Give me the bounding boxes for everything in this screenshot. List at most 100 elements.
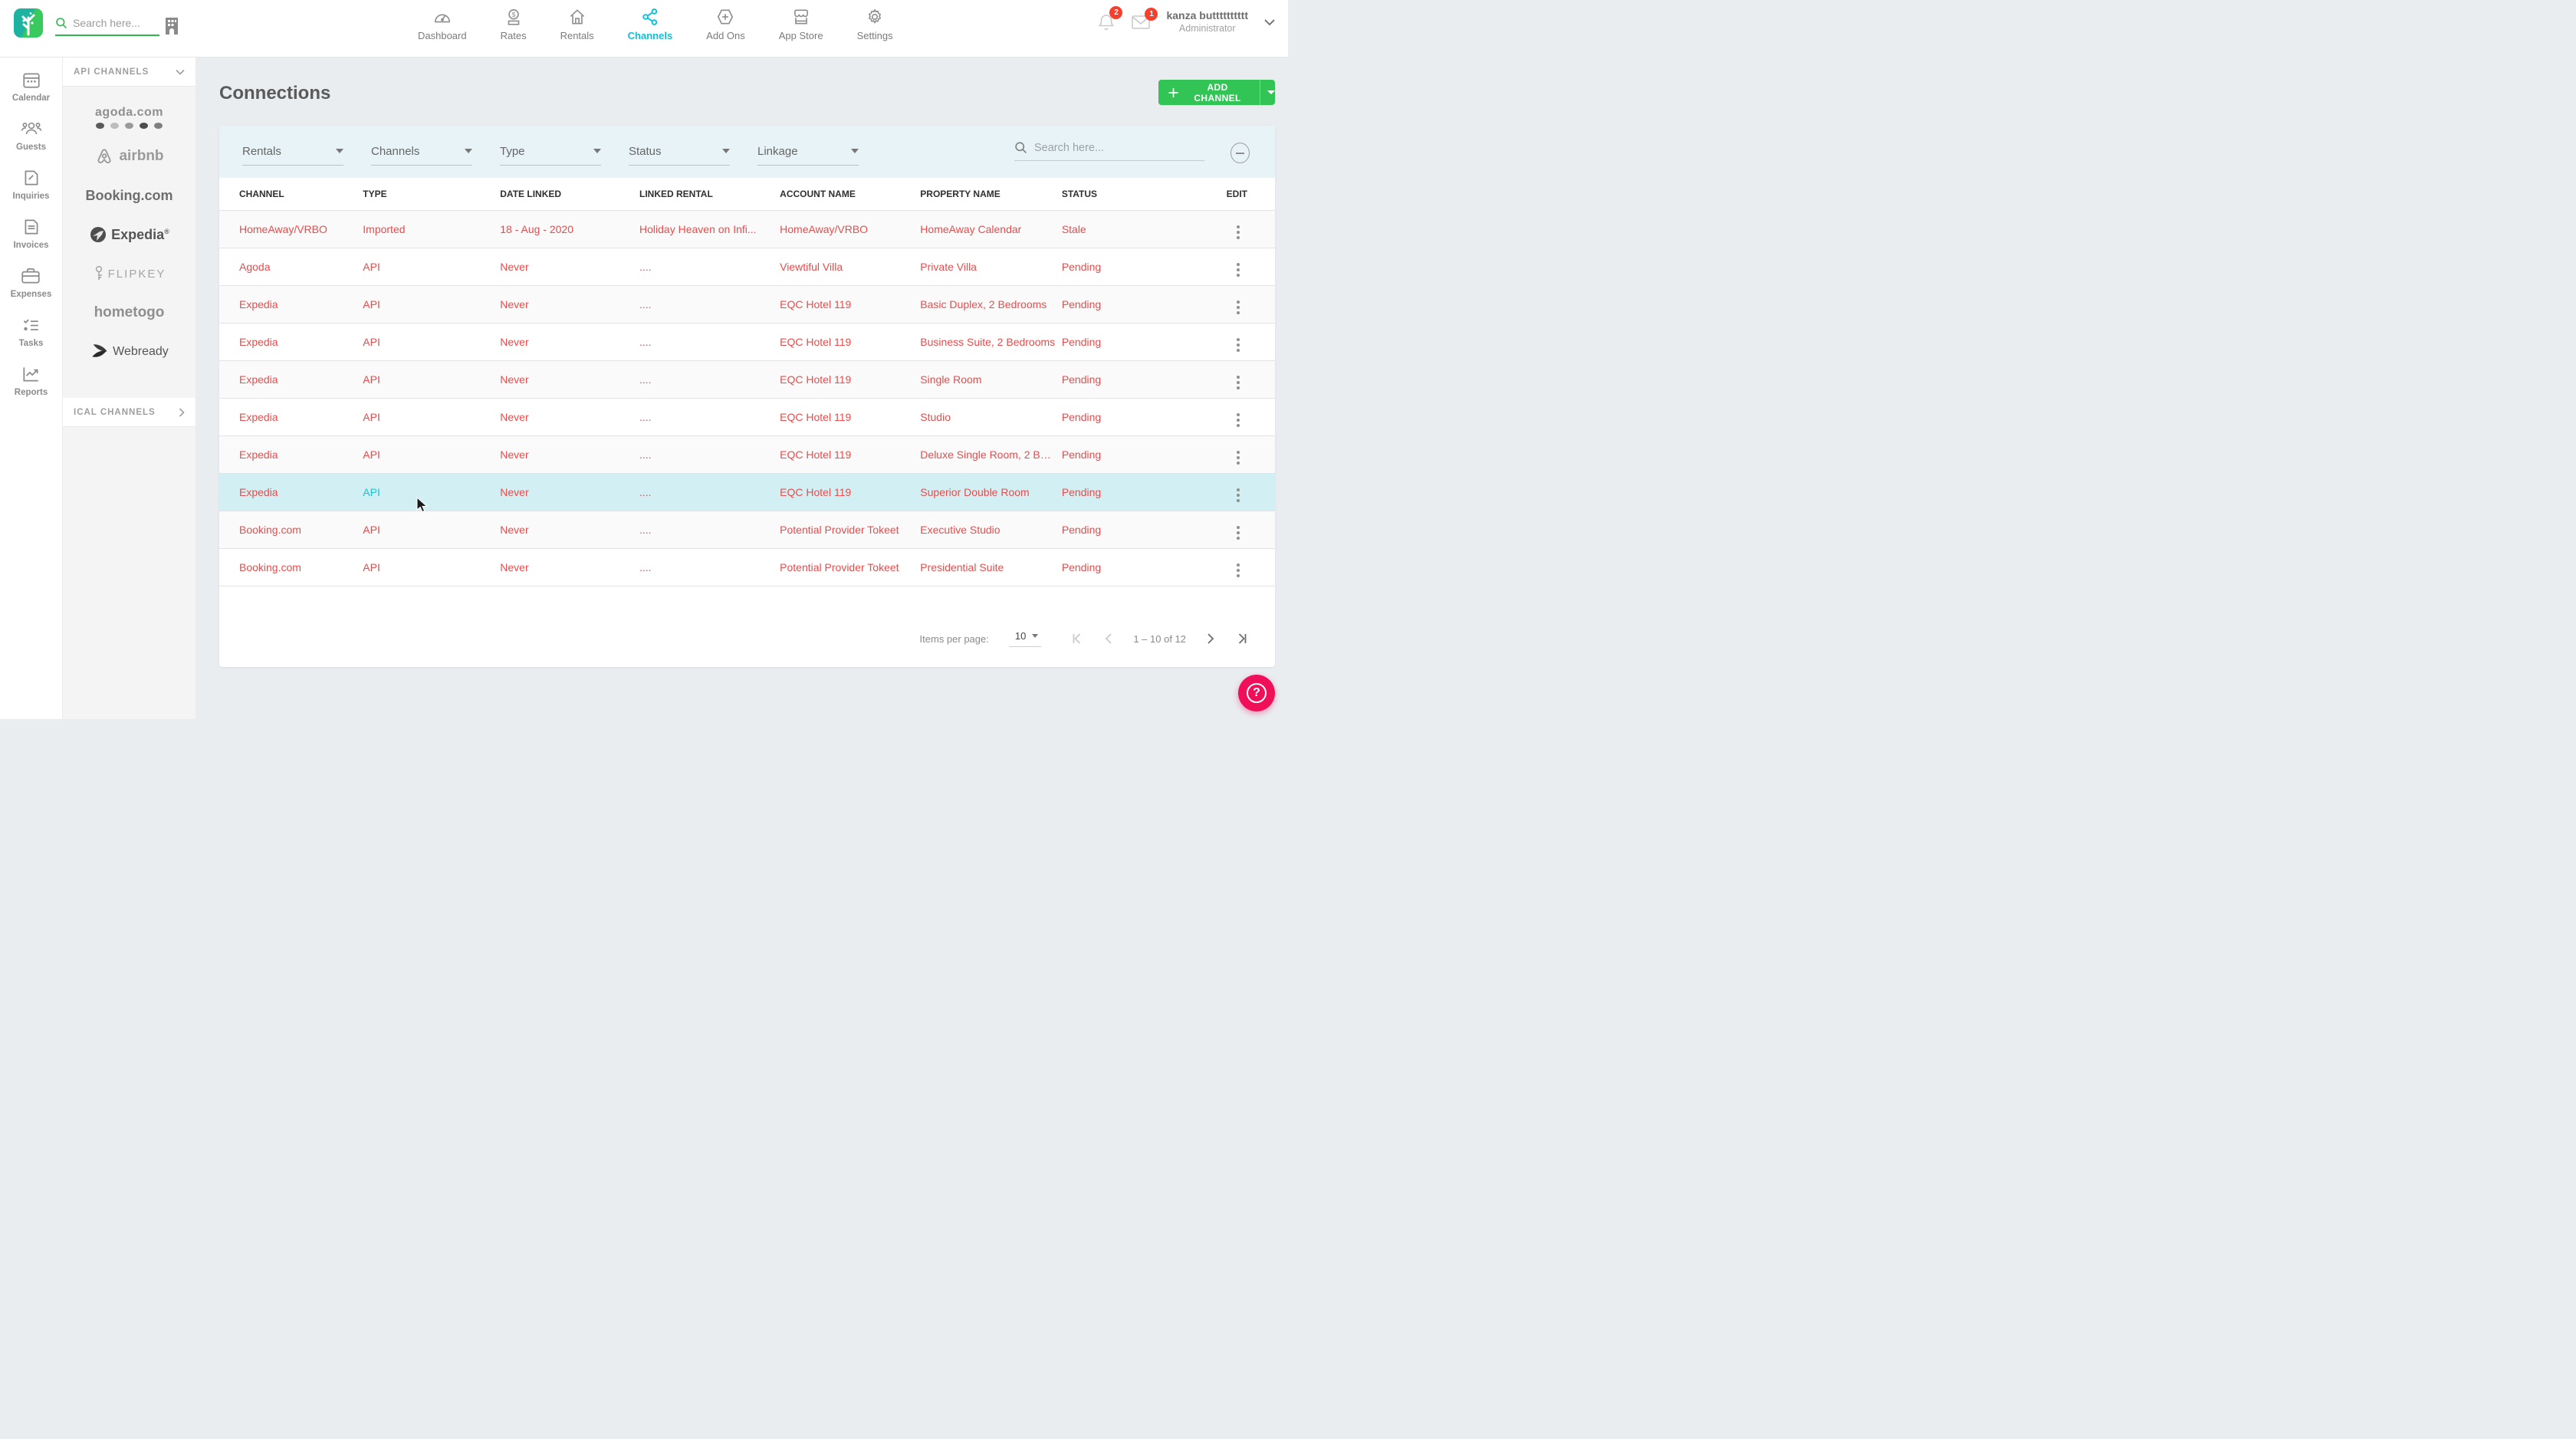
- webready-logo-text: Webready: [113, 345, 169, 359]
- cell-type[interactable]: API: [363, 248, 500, 285]
- rentals-home-icon: [567, 7, 587, 27]
- sidebar-item-reports[interactable]: Reports: [15, 364, 48, 397]
- previous-page-button[interactable]: [1104, 632, 1113, 645]
- table-row[interactable]: ExpediaAPINever....EQC Hotel 119Basic Du…: [219, 285, 1275, 323]
- ical-channels-header[interactable]: ICAL CHANNELS: [63, 398, 196, 427]
- add-channel-dropdown-caret[interactable]: [1267, 90, 1275, 94]
- cell-type[interactable]: API: [363, 323, 500, 360]
- nav-app-store[interactable]: App Store: [779, 7, 823, 41]
- row-edit-kebab-icon[interactable]: [1180, 360, 1275, 398]
- channel-logo-airbnb[interactable]: airbnb: [94, 143, 163, 170]
- row-edit-kebab-icon[interactable]: [1180, 511, 1275, 548]
- channel-logo-hometogo[interactable]: hometogo: [94, 299, 165, 327]
- cell-date-linked: Never: [500, 285, 639, 323]
- notifications-button[interactable]: 2: [1097, 12, 1116, 32]
- filter-channels[interactable]: Channels: [371, 145, 472, 166]
- global-search-input[interactable]: [73, 17, 153, 29]
- user-menu-chevron-down-icon[interactable]: [1263, 18, 1276, 26]
- cell-channel[interactable]: Booking.com: [219, 548, 363, 586]
- cell-type[interactable]: API: [363, 398, 500, 435]
- sidebar-label: Reports: [15, 388, 48, 397]
- filter-rentals[interactable]: Rentals: [242, 145, 343, 166]
- table-search-input[interactable]: [1034, 142, 1188, 154]
- add-channel-button[interactable]: ADD CHANNEL: [1158, 80, 1275, 105]
- api-channel-logo-list: agoda.com airbnb Booking.com Expedia®: [63, 87, 196, 366]
- row-edit-kebab-icon[interactable]: [1180, 285, 1275, 323]
- cell-status: Pending: [1062, 398, 1180, 435]
- api-channels-header[interactable]: API CHANNELS: [63, 57, 196, 87]
- messages-button[interactable]: 1: [1131, 14, 1151, 31]
- table-row[interactable]: ExpediaAPINever....EQC Hotel 119Business…: [219, 323, 1275, 360]
- app-logo[interactable]: [14, 8, 43, 38]
- table-row[interactable]: AgodaAPINever....Viewtiful VillaPrivate …: [219, 248, 1275, 285]
- row-edit-kebab-icon[interactable]: [1180, 398, 1275, 435]
- filter-status[interactable]: Status: [629, 145, 730, 166]
- rentals-switcher-icon[interactable]: [163, 16, 181, 36]
- cell-type[interactable]: API: [363, 435, 500, 473]
- cell-type[interactable]: Imported: [363, 210, 500, 248]
- cell-channel[interactable]: Expedia: [219, 285, 363, 323]
- nav-settings[interactable]: Settings: [857, 7, 893, 41]
- cell-channel[interactable]: Expedia: [219, 435, 363, 473]
- channel-logo-expedia[interactable]: Expedia®: [89, 221, 169, 248]
- cell-channel[interactable]: Expedia: [219, 473, 363, 511]
- booking-logo-text: Booking.com: [85, 188, 172, 204]
- cell-channel[interactable]: Booking.com: [219, 511, 363, 548]
- table-row[interactable]: ExpediaAPINever....EQC Hotel 119Single R…: [219, 360, 1275, 398]
- sidebar-item-invoices[interactable]: Invoices: [13, 217, 48, 250]
- channel-logo-booking[interactable]: Booking.com: [85, 182, 172, 209]
- nav-add-ons[interactable]: Add Ons: [706, 7, 745, 41]
- sidebar-item-tasks[interactable]: Tasks: [19, 315, 44, 348]
- sidebar-item-expenses[interactable]: Expenses: [11, 266, 52, 299]
- last-page-button[interactable]: [1235, 632, 1247, 645]
- table-row[interactable]: ExpediaAPINever....EQC Hotel 119StudioPe…: [219, 398, 1275, 435]
- cell-channel[interactable]: Expedia: [219, 398, 363, 435]
- user-menu[interactable]: kanza butttttttttt Administrator: [1166, 9, 1248, 34]
- sidebar-label: Invoices: [13, 241, 48, 250]
- table-row[interactable]: HomeAway/VRBOImported18 - Aug - 2020Holi…: [219, 210, 1275, 248]
- calendar-icon: [21, 70, 41, 90]
- sidebar-item-guests[interactable]: Guests: [16, 119, 46, 152]
- row-edit-kebab-icon[interactable]: [1180, 248, 1275, 285]
- nav-rates[interactable]: $ Rates: [501, 7, 527, 41]
- cell-type[interactable]: API: [363, 360, 500, 398]
- channel-logo-webready[interactable]: Webready: [90, 338, 169, 366]
- nav-channels[interactable]: Channels: [628, 7, 673, 41]
- sidebar-item-calendar[interactable]: Calendar: [12, 70, 50, 103]
- cell-channel[interactable]: Agoda: [219, 248, 363, 285]
- filter-linkage[interactable]: Linkage: [757, 145, 859, 166]
- row-edit-kebab-icon[interactable]: [1180, 473, 1275, 511]
- cell-status: Pending: [1062, 435, 1180, 473]
- col-date-linked: DATE LINKED: [500, 178, 639, 210]
- chevron-right-icon: [1206, 632, 1215, 645]
- table-row[interactable]: Booking.comAPINever....Potential Provide…: [219, 511, 1275, 548]
- cell-type[interactable]: API: [363, 285, 500, 323]
- table-row[interactable]: ExpediaAPINever....EQC Hotel 119Deluxe S…: [219, 435, 1275, 473]
- next-page-button[interactable]: [1206, 632, 1215, 645]
- table-row[interactable]: Booking.comAPINever....Potential Provide…: [219, 548, 1275, 586]
- cell-channel[interactable]: Expedia: [219, 323, 363, 360]
- filter-label: Rentals: [242, 145, 281, 158]
- row-edit-kebab-icon[interactable]: [1180, 210, 1275, 248]
- table-row[interactable]: ExpediaAPINever....EQC Hotel 119Superior…: [219, 473, 1275, 511]
- channel-logo-agoda[interactable]: agoda.com: [95, 103, 163, 131]
- items-per-page-value: 10: [1015, 630, 1026, 642]
- channel-logo-flipkey[interactable]: FLIPKEY: [93, 260, 166, 287]
- nav-rentals[interactable]: Rentals: [560, 7, 594, 41]
- filter-type[interactable]: Type: [500, 145, 601, 166]
- sidebar-item-inquiries[interactable]: Inquiries: [13, 168, 50, 201]
- cell-channel[interactable]: Expedia: [219, 360, 363, 398]
- items-per-page-select[interactable]: 10: [1009, 630, 1041, 647]
- cell-channel[interactable]: HomeAway/VRBO: [219, 210, 363, 248]
- cell-property-name: Single Room: [920, 360, 1062, 398]
- row-edit-kebab-icon[interactable]: [1180, 548, 1275, 586]
- first-page-button[interactable]: [1072, 632, 1084, 645]
- cell-type[interactable]: API: [363, 511, 500, 548]
- collapse-filters-button[interactable]: [1230, 143, 1250, 163]
- help-button[interactable]: ?: [1238, 675, 1275, 711]
- row-edit-kebab-icon[interactable]: [1180, 435, 1275, 473]
- nav-dashboard[interactable]: Dashboard: [418, 7, 467, 41]
- cell-type[interactable]: API: [363, 548, 500, 586]
- cell-type[interactable]: API: [363, 473, 500, 511]
- row-edit-kebab-icon[interactable]: [1180, 323, 1275, 360]
